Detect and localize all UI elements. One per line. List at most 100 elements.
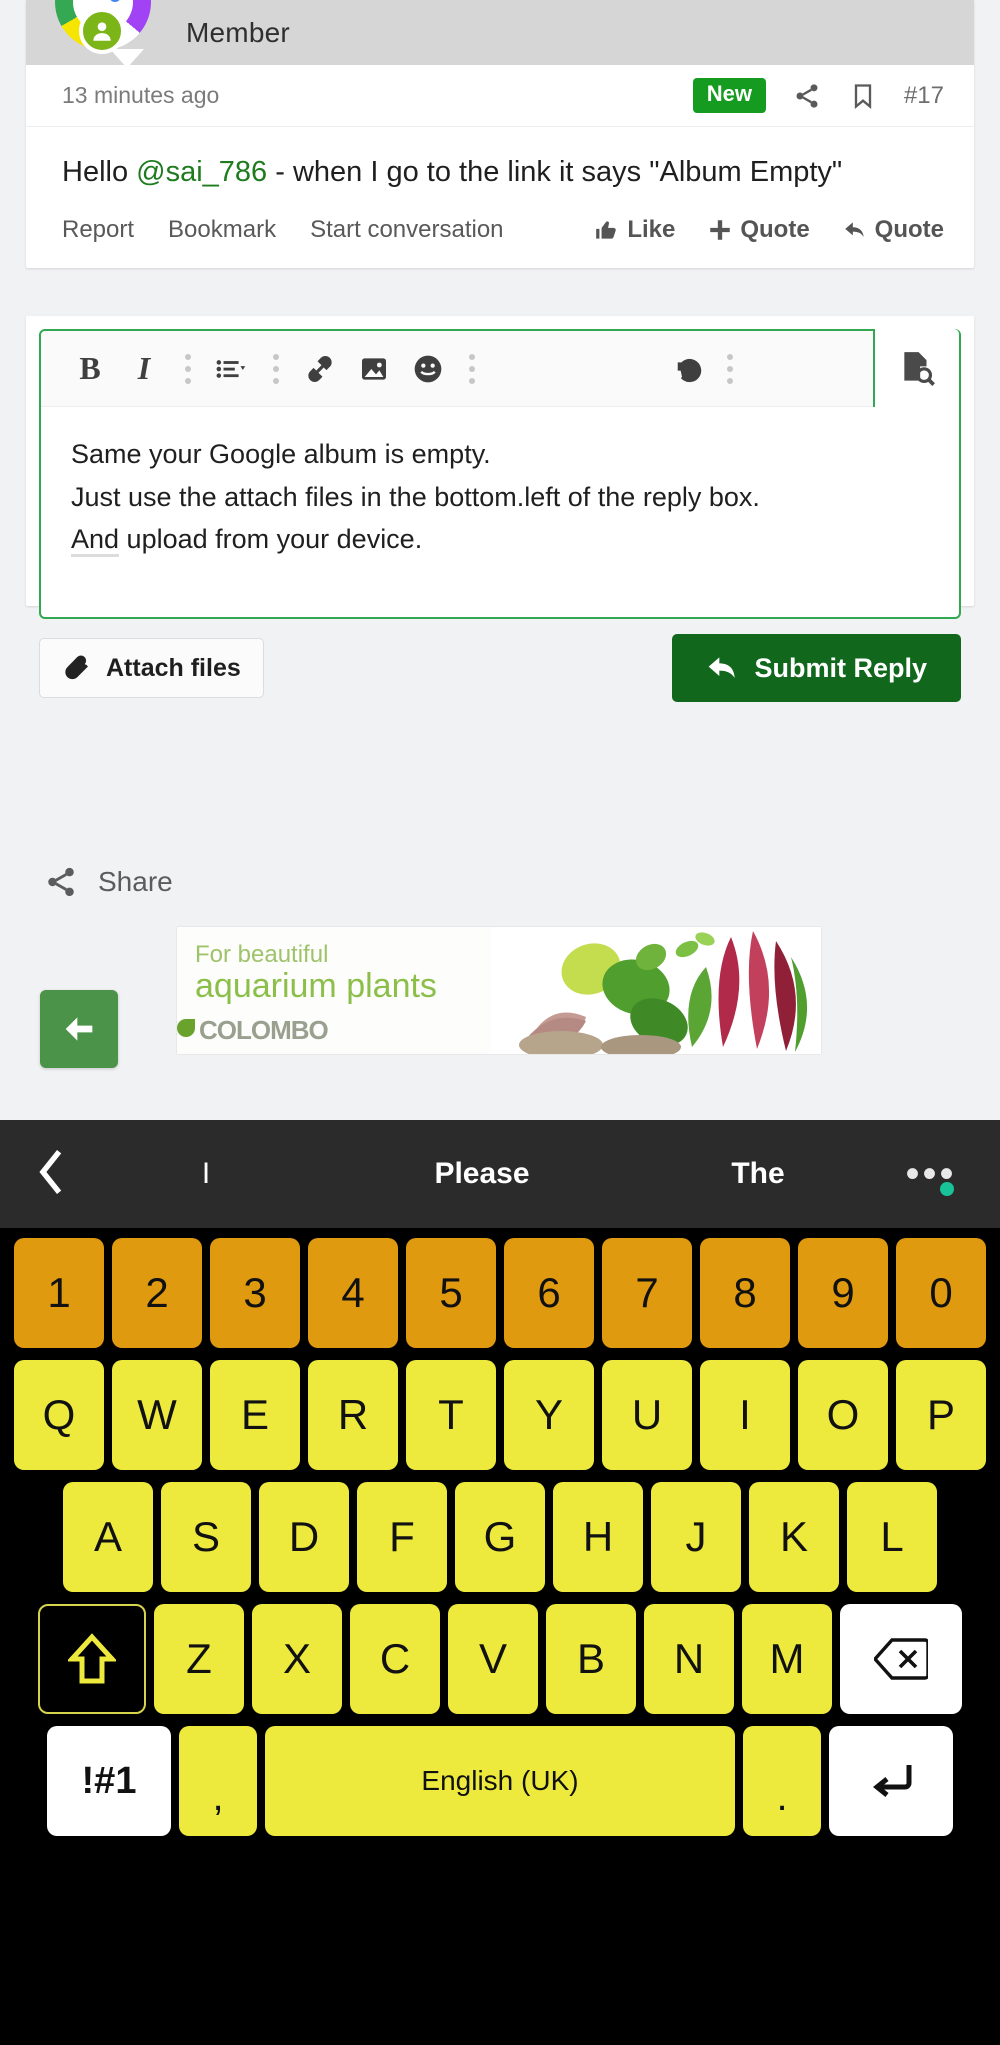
- italic-button[interactable]: I: [117, 342, 171, 396]
- submit-reply-button[interactable]: Submit Reply: [672, 634, 961, 702]
- key-r[interactable]: R: [308, 1360, 398, 1470]
- period-key[interactable]: .: [743, 1726, 821, 1836]
- key-v[interactable]: V: [448, 1604, 538, 1714]
- like-button[interactable]: Like: [594, 216, 675, 244]
- key-1[interactable]: 1: [14, 1238, 104, 1348]
- reply-quote-button[interactable]: Quote: [842, 216, 944, 244]
- thumbs-up-icon: [596, 221, 617, 239]
- bookmark-action[interactable]: Bookmark: [168, 216, 276, 244]
- backspace-icon: [874, 1638, 928, 1680]
- bullet-list-button[interactable]: [205, 342, 259, 396]
- key-t[interactable]: T: [406, 1360, 496, 1470]
- key-d[interactable]: D: [259, 1482, 349, 1592]
- post-timestamp: 13 minutes ago: [62, 82, 220, 108]
- user-mention-link[interactable]: @sai_786: [136, 156, 267, 188]
- key-2[interactable]: 2: [112, 1238, 202, 1348]
- insert-link-button[interactable]: [293, 342, 347, 396]
- add-quote-button[interactable]: Quote: [707, 216, 810, 244]
- ad-line-2: aquarium plants: [195, 967, 437, 1005]
- key-h[interactable]: H: [553, 1482, 643, 1592]
- start-conversation-action[interactable]: Start conversation: [310, 216, 503, 244]
- key-9[interactable]: 9: [798, 1238, 888, 1348]
- symbols-key[interactable]: !#1: [47, 1726, 171, 1836]
- reply-line-2: Just use the attach files in the bottom.…: [71, 481, 760, 512]
- key-e[interactable]: E: [210, 1360, 300, 1470]
- toolbar-separator-icon: [171, 352, 205, 386]
- key-b[interactable]: B: [546, 1604, 636, 1714]
- bookmark-icon[interactable]: [848, 81, 878, 111]
- avatar[interactable]: [55, 0, 151, 68]
- key-a[interactable]: A: [63, 1482, 153, 1592]
- key-c[interactable]: C: [350, 1604, 440, 1714]
- report-action[interactable]: Report: [62, 216, 134, 244]
- key-i[interactable]: I: [700, 1360, 790, 1470]
- key-q[interactable]: Q: [14, 1360, 104, 1470]
- suggestion-back-button[interactable]: [34, 1149, 68, 1200]
- insert-image-button[interactable]: [347, 342, 401, 396]
- key-g[interactable]: G: [455, 1482, 545, 1592]
- document-preview-icon: [904, 352, 935, 386]
- ad-artwork: [491, 927, 821, 1054]
- key-6[interactable]: 6: [504, 1238, 594, 1348]
- key-s[interactable]: S: [161, 1482, 251, 1592]
- post-number[interactable]: #17: [904, 82, 944, 110]
- reply-editor-box: B I Same your Google album is empty. Jus…: [39, 329, 961, 619]
- keyboard-row-bottom: Z X C V B N M: [6, 1604, 994, 1714]
- ad-line-1: For beautiful: [195, 941, 329, 968]
- arrow-left-icon: [65, 1017, 93, 1041]
- bullet-list-icon: [216, 359, 246, 378]
- reply-line-1: Same your Google album is empty.: [71, 439, 491, 469]
- plus-icon: [710, 220, 731, 240]
- key-p[interactable]: P: [896, 1360, 986, 1470]
- share-label: Share: [98, 866, 173, 897]
- suggestion-3[interactable]: The: [620, 1157, 896, 1191]
- insert-emoji-button[interactable]: [401, 342, 455, 396]
- attach-files-button[interactable]: Attach files: [39, 638, 264, 698]
- reply-line-3: And upload from your device.: [71, 518, 929, 561]
- key-j[interactable]: J: [651, 1482, 741, 1592]
- enter-key[interactable]: [829, 1726, 953, 1836]
- undo-button[interactable]: [659, 342, 713, 396]
- toolbar-separator-icon: [455, 352, 489, 386]
- key-o[interactable]: O: [798, 1360, 888, 1470]
- key-4[interactable]: 4: [308, 1238, 398, 1348]
- on-screen-keyboard: I Please The ••• 1 2 3 4 5 6 7 8 9 0 Q W…: [0, 1120, 1000, 2045]
- key-y[interactable]: Y: [504, 1360, 594, 1470]
- space-key[interactable]: English (UK): [265, 1726, 735, 1836]
- suggestion-1[interactable]: I: [68, 1157, 344, 1191]
- member-role-label: Member: [186, 16, 290, 48]
- key-k[interactable]: K: [749, 1482, 839, 1592]
- smiley-icon: [414, 355, 442, 382]
- key-f[interactable]: F: [357, 1482, 447, 1592]
- post-actions-row: Report Bookmark Start conversation Like …: [26, 202, 974, 268]
- keyboard-row-space: !#1 , English (UK) .: [6, 1726, 994, 1836]
- editor-toolbar: B I: [41, 329, 959, 407]
- key-7[interactable]: 7: [602, 1238, 692, 1348]
- key-l[interactable]: L: [847, 1482, 937, 1592]
- key-0[interactable]: 0: [896, 1238, 986, 1348]
- ad-brand-logo: COLOMBO: [177, 1015, 329, 1045]
- key-m[interactable]: M: [742, 1604, 832, 1714]
- suggestion-2[interactable]: Please: [344, 1157, 620, 1191]
- share-icon[interactable]: [792, 81, 822, 111]
- key-w[interactable]: W: [112, 1360, 202, 1470]
- reply-textarea[interactable]: Same your Google album is empty. Just us…: [41, 407, 959, 587]
- keyboard-rows: 1 2 3 4 5 6 7 8 9 0 Q W E R T Y U I O P …: [0, 1228, 1000, 1836]
- share-row[interactable]: Share: [44, 865, 173, 899]
- key-n[interactable]: N: [644, 1604, 734, 1714]
- comma-key[interactable]: ,: [179, 1726, 257, 1836]
- back-to-top-button[interactable]: [40, 990, 118, 1068]
- keyboard-more-button[interactable]: •••: [896, 1154, 966, 1196]
- bold-button[interactable]: B: [63, 342, 117, 396]
- key-z[interactable]: Z: [154, 1604, 244, 1714]
- key-3[interactable]: 3: [210, 1238, 300, 1348]
- key-x[interactable]: X: [252, 1604, 342, 1714]
- key-5[interactable]: 5: [406, 1238, 496, 1348]
- aquarium-plants-illustration: [491, 927, 821, 1054]
- shift-key[interactable]: [38, 1604, 146, 1714]
- backspace-key[interactable]: [840, 1604, 962, 1714]
- ad-banner[interactable]: For beautiful aquarium plants COLOMBO: [177, 927, 821, 1054]
- key-u[interactable]: U: [602, 1360, 692, 1470]
- key-8[interactable]: 8: [700, 1238, 790, 1348]
- preview-draft-button[interactable]: [873, 329, 959, 407]
